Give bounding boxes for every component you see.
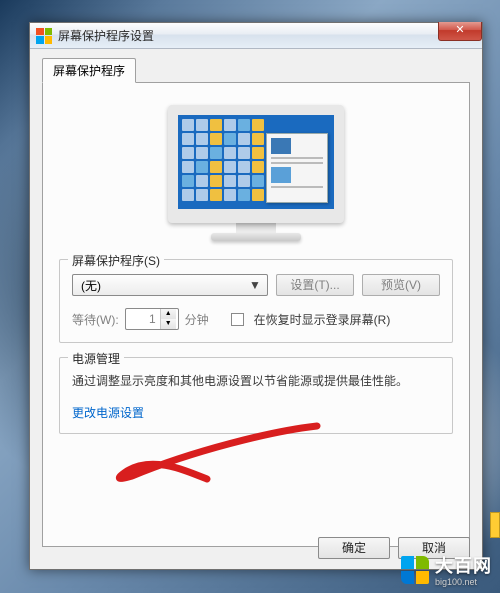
power-group: 电源管理 通过调整显示亮度和其他电源设置以节省能源或提供最佳性能。 更改电源设置: [59, 357, 453, 434]
chevron-down-icon: ▼: [247, 278, 263, 292]
monitor-screen: [168, 105, 344, 223]
screensaver-select-value: (无): [81, 277, 101, 294]
settings-button[interactable]: 设置(T)...: [276, 274, 354, 296]
tab-panel: 屏幕保护程序(S) (无) ▼ 设置(T)... 预览(V) 等待(W): ▲: [42, 82, 470, 547]
spin-up-icon[interactable]: ▲: [161, 309, 176, 319]
screensaver-settings-dialog: 屏幕保护程序设置 ✕ 屏幕保护程序: [29, 22, 483, 570]
window-title: 屏幕保护程序设置: [58, 27, 154, 44]
spin-down-icon[interactable]: ▼: [161, 319, 176, 329]
wait-label: 等待(W):: [72, 311, 119, 328]
preview-button[interactable]: 预览(V): [362, 274, 440, 296]
wait-input[interactable]: [126, 312, 160, 326]
screensaver-group: 屏幕保护程序(S) (无) ▼ 设置(T)... 预览(V) 等待(W): ▲: [59, 259, 453, 343]
watermark: 大百网 big100.net: [401, 552, 492, 587]
watermark-url: big100.net: [435, 578, 492, 587]
partial-offscreen-button[interactable]: [490, 512, 500, 538]
resume-login-checkbox[interactable]: [231, 313, 244, 326]
wait-unit: 分钟: [185, 311, 209, 328]
tab-screensaver[interactable]: 屏幕保护程序: [42, 58, 136, 83]
power-group-legend: 电源管理: [68, 350, 124, 367]
change-power-settings-link[interactable]: 更改电源设置: [72, 406, 144, 420]
close-button[interactable]: ✕: [438, 22, 482, 41]
window-icon: [36, 28, 52, 44]
dialog-body: 屏幕保护程序: [30, 49, 482, 557]
watermark-brand: 大百网: [435, 556, 492, 576]
screensaver-select[interactable]: (无) ▼: [72, 274, 268, 296]
power-description: 通过调整显示亮度和其他电源设置以节省能源或提供最佳性能。: [72, 372, 440, 390]
tabstrip: 屏幕保护程序: [42, 58, 470, 83]
ok-button[interactable]: 确定: [318, 537, 390, 559]
wait-spinner[interactable]: ▲ ▼: [125, 308, 179, 330]
monitor-preview: [59, 97, 453, 259]
watermark-logo-icon: [401, 556, 429, 584]
resume-login-label[interactable]: 在恢复时显示登录屏幕(R): [254, 311, 391, 328]
screensaver-group-legend: 屏幕保护程序(S): [68, 252, 164, 269]
titlebar[interactable]: 屏幕保护程序设置 ✕: [30, 23, 482, 49]
